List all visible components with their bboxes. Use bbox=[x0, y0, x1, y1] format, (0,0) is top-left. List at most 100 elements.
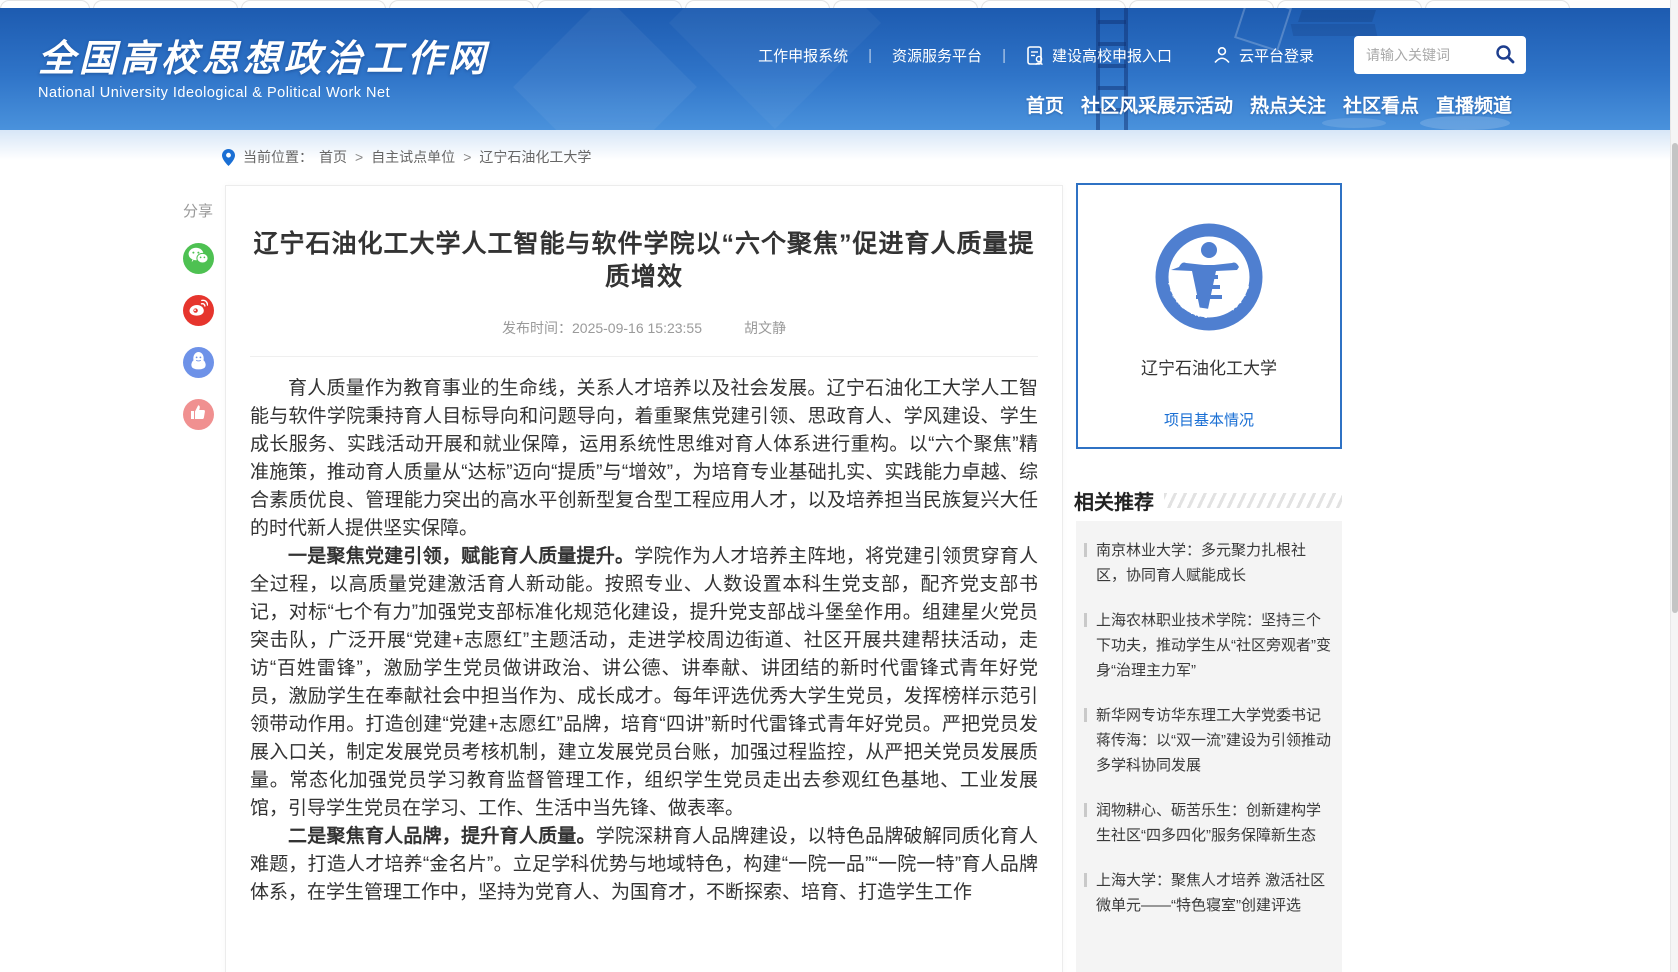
browser-tab bbox=[1129, 0, 1274, 8]
school-name[interactable]: 辽宁石油化工大学 bbox=[1078, 354, 1340, 379]
item-marker bbox=[1084, 613, 1087, 627]
browser-tab bbox=[1277, 0, 1422, 8]
related-header: 相关推荐 bbox=[1074, 486, 1342, 515]
article-card: 辽宁石油化工大学人工智能与软件学院以“六个聚焦”促进育人质量提质增效 发布时间：… bbox=[225, 185, 1063, 972]
browser-tab bbox=[241, 0, 386, 8]
header-deco-shadow bbox=[1322, 118, 1386, 128]
browser-tab bbox=[981, 0, 1126, 8]
main-nav: 首页 社区风采展示活动 热点关注 社区看点 直播频道 bbox=[1026, 91, 1512, 118]
utility-link-label: 资源服务平台 bbox=[892, 45, 982, 66]
paragraph-lead: 二是聚焦育人品牌，提升育人质量。 bbox=[288, 826, 596, 847]
utility-nav: 工作申报系统 | 资源服务平台 | 建设高校申报入口 云平台登录 bbox=[758, 36, 1526, 74]
related-item: 南京林业大学：多元聚力扎根社区，协同育人赋能成长 bbox=[1084, 538, 1332, 588]
nav-item-live-channel[interactable]: 直播频道 bbox=[1436, 91, 1512, 118]
article-body: 育人质量作为教育事业的生命线，关系人才培养以及社会发展。辽宁石油化工大学人工智能… bbox=[250, 375, 1038, 907]
browser-tab bbox=[93, 0, 238, 8]
page: 全国高校思想政治工作网 National University Ideologi… bbox=[0, 0, 1678, 972]
publish-time-label: 发布时间： bbox=[502, 320, 572, 336]
utility-link-label: 建设高校申报入口 bbox=[1052, 45, 1172, 66]
paragraph-text: 学院作为人才培养主阵地，将党建引领贯穿育人全过程，以高质量党建激活育人新动能。按… bbox=[250, 546, 1038, 819]
related-item: 新华网专访华东理工大学党委书记蒋传海：以“双一流”建设为引领推动多学科协同发展 bbox=[1084, 703, 1332, 778]
related-item: 润物耕心、砺苦乐生：创新建构学生社区“四多四化”服务保障新生态 bbox=[1084, 798, 1332, 848]
page-scrollbar[interactable] bbox=[1670, 0, 1678, 972]
share-label: 分享 bbox=[180, 200, 216, 221]
browser-tab bbox=[537, 0, 682, 8]
paragraph-lead: 一是聚焦党建引领，赋能育人质量提升。 bbox=[288, 546, 634, 567]
search-icon bbox=[1494, 43, 1516, 68]
breadcrumb-link-home[interactable]: 首页 bbox=[319, 147, 347, 167]
item-marker bbox=[1084, 803, 1087, 817]
related-title: 相关推荐 bbox=[1074, 486, 1154, 515]
browser-tab bbox=[0, 0, 90, 8]
breadcrumb: 当前位置： 首页 > 自主试点单位 > 辽宁石油化工大学 bbox=[222, 147, 591, 167]
breadcrumb-link-current-school[interactable]: 辽宁石油化工大学 bbox=[479, 147, 591, 167]
search-box bbox=[1354, 36, 1526, 74]
related-link[interactable]: 上海农林职业技术学院：坚持三个下功夫，推动学生从“社区旁观者”变身“治理主力军” bbox=[1096, 612, 1331, 679]
related-link[interactable]: 润物耕心、砺苦乐生：创新建构学生社区“四多四化”服务保障新生态 bbox=[1096, 802, 1321, 844]
header-deco-square bbox=[513, 8, 697, 130]
share-qq-button[interactable] bbox=[183, 347, 214, 378]
header-deco-books bbox=[1291, 24, 1378, 36]
browser-tab bbox=[1425, 0, 1570, 8]
site-logo[interactable]: 全国高校思想政治工作网 National University Ideologi… bbox=[38, 28, 489, 101]
breadcrumb-separator: > bbox=[355, 149, 363, 165]
nav-item-hot-topics[interactable]: 热点关注 bbox=[1250, 91, 1326, 118]
utility-link-label: 工作申报系统 bbox=[758, 45, 848, 66]
article-paragraph: 一是聚焦党建引领，赋能育人质量提升。学院作为人才培养主阵地，将党建引领贯穿育人全… bbox=[250, 543, 1038, 823]
related-item: 上海大学：聚焦人才培养 激活社区微单元——“特色寝室”创建评选 bbox=[1084, 868, 1332, 918]
site-logo-subtitle: National University Ideological & Politi… bbox=[38, 85, 489, 101]
nav-item-community-showcase[interactable]: 社区风采展示活动 bbox=[1081, 91, 1233, 118]
utility-link-resource-platform[interactable]: 资源服务平台 bbox=[892, 45, 982, 66]
browser-tab bbox=[685, 0, 830, 8]
related-title-hatch-decoration bbox=[1164, 493, 1342, 508]
wechat-icon bbox=[188, 247, 209, 270]
share-weibo-button[interactable] bbox=[183, 295, 214, 326]
share-wechat-button[interactable] bbox=[183, 243, 214, 274]
utility-link-application-entry[interactable]: 建设高校申报入口 bbox=[1026, 45, 1172, 66]
related-link[interactable]: 南京林业大学：多元聚力扎根社区，协同育人赋能成长 bbox=[1096, 542, 1306, 584]
article-paragraph: 二是聚焦育人品牌，提升育人质量。学院深耕育人品牌建设，以特色品牌破解同质化育人难… bbox=[250, 823, 1038, 907]
utility-link-cloud-login[interactable]: 云平台登录 bbox=[1212, 45, 1314, 66]
publish-time-value: 2025-09-16 15:23:55 bbox=[572, 320, 702, 336]
article-author: 胡文静 bbox=[744, 320, 786, 336]
article-title: 辽宁石油化工大学人工智能与软件学院以“六个聚焦”促进育人质量提质增效 bbox=[250, 228, 1038, 294]
school-card: 高校思政网——育人号 辽宁石油化工大学 项目基本情况 bbox=[1076, 183, 1342, 449]
nav-item-community-highlights[interactable]: 社区看点 bbox=[1343, 91, 1419, 118]
related-list: 南京林业大学：多元聚力扎根社区，协同育人赋能成长 上海农林职业技术学院：坚持三个… bbox=[1076, 521, 1342, 972]
breadcrumb-separator: > bbox=[463, 149, 471, 165]
browser-tab-strip bbox=[0, 0, 1678, 8]
share-like-button[interactable] bbox=[183, 399, 214, 430]
header-deco-shadow bbox=[1420, 116, 1510, 130]
share-column: 分享 bbox=[180, 200, 216, 451]
utility-link-label: 云平台登录 bbox=[1239, 45, 1314, 66]
application-entry-icon bbox=[1026, 46, 1045, 65]
item-marker bbox=[1084, 873, 1087, 887]
browser-tab bbox=[833, 0, 978, 8]
breadcrumb-link-pilot-units[interactable]: 自主试点单位 bbox=[371, 147, 455, 167]
search-button[interactable] bbox=[1492, 41, 1518, 70]
header-deco-books bbox=[1298, 10, 1376, 22]
related-link[interactable]: 上海大学：聚焦人才培养 激活社区微单元——“特色寝室”创建评选 bbox=[1096, 872, 1325, 914]
school-logo: 高校思政网——育人号 bbox=[1153, 221, 1265, 333]
site-logo-title: 全国高校思想政治工作网 bbox=[38, 28, 489, 82]
related-item: 上海农林职业技术学院：坚持三个下功夫，推动学生从“社区旁观者”变身“治理主力军” bbox=[1084, 608, 1332, 683]
article-meta: 发布时间：2025-09-16 15:23:55 胡文静 bbox=[250, 318, 1038, 357]
utility-divider: | bbox=[1002, 47, 1006, 64]
item-marker bbox=[1084, 708, 1087, 722]
scrollbar-thumb[interactable] bbox=[1672, 143, 1678, 613]
utility-divider: | bbox=[868, 47, 872, 64]
user-icon bbox=[1212, 45, 1232, 65]
search-input[interactable] bbox=[1366, 47, 1492, 63]
location-pin-icon bbox=[222, 149, 235, 166]
item-marker bbox=[1084, 543, 1087, 557]
breadcrumb-label: 当前位置： bbox=[243, 147, 313, 167]
related-link[interactable]: 新华网专访华东理工大学党委书记蒋传海：以“双一流”建设为引领推动多学科协同发展 bbox=[1096, 707, 1331, 774]
weibo-icon bbox=[188, 299, 208, 322]
article-paragraph: 育人质量作为教育事业的生命线，关系人才培养以及社会发展。辽宁石油化工大学人工智能… bbox=[250, 375, 1038, 543]
nav-item-home[interactable]: 首页 bbox=[1026, 91, 1064, 118]
project-basic-info-link[interactable]: 项目基本情况 bbox=[1164, 409, 1254, 430]
utility-link-work-report-system[interactable]: 工作申报系统 bbox=[758, 45, 848, 66]
site-header: 全国高校思想政治工作网 National University Ideologi… bbox=[0, 8, 1678, 130]
qq-icon bbox=[190, 351, 207, 375]
browser-tab bbox=[389, 0, 534, 8]
